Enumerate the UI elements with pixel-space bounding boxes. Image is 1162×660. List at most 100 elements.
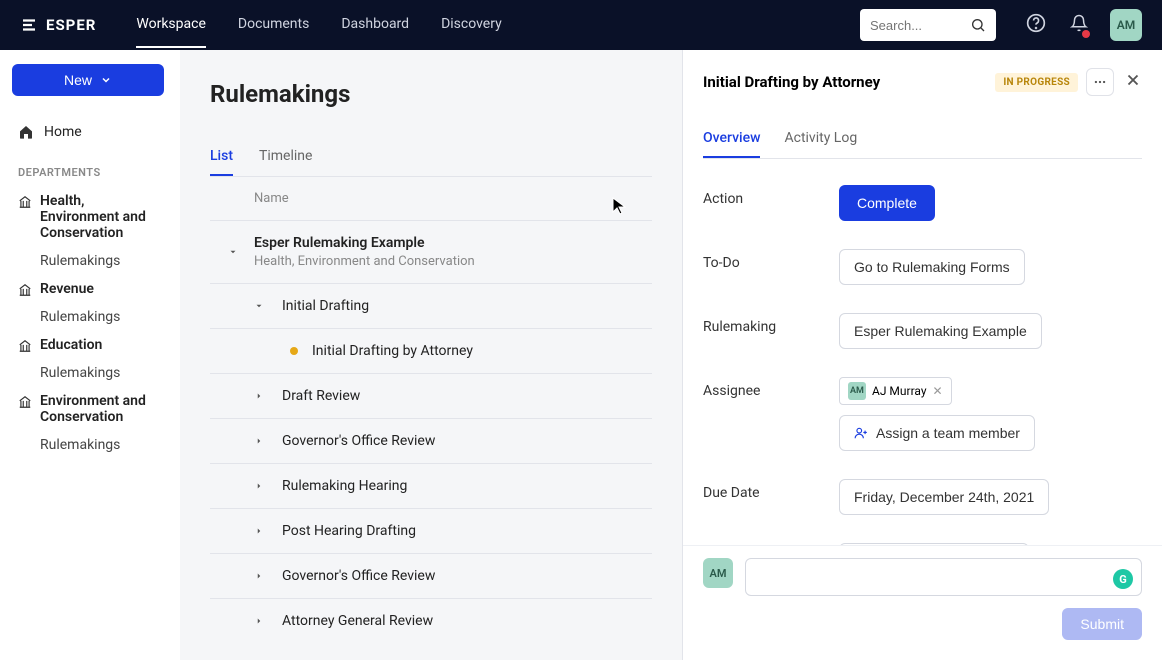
dept-sublink-rulemakings-3[interactable]: Rulemakings (12, 431, 168, 459)
assignee-name: AJ Murray (872, 384, 927, 398)
detail-tabs: Overview Activity Log (703, 120, 1142, 159)
field-assignee-label: Assignee (703, 377, 839, 399)
rule-title: Esper Rulemaking Example (254, 235, 475, 251)
list-column-name: Name (210, 177, 652, 220)
rule-row[interactable]: Draft Review (210, 373, 652, 418)
rule-row[interactable]: Initial Drafting (210, 283, 652, 328)
dept-label: Education (40, 337, 102, 353)
detail-panel: Initial Drafting by Attorney IN PROGRESS… (682, 50, 1162, 660)
nav-discovery[interactable]: Discovery (441, 2, 502, 48)
search-icon[interactable] (970, 17, 986, 33)
page-title: Rulemakings (210, 80, 652, 108)
caret-right-icon[interactable] (254, 481, 264, 491)
caret-right-icon[interactable] (254, 391, 264, 401)
close-button[interactable] (1124, 71, 1142, 93)
close-icon (1124, 71, 1142, 89)
status-badge: IN PROGRESS (995, 73, 1078, 92)
rule-root[interactable]: Esper Rulemaking Example Health, Environ… (210, 220, 652, 283)
logo-icon (20, 16, 38, 34)
rule-title: Governor's Office Review (282, 433, 435, 449)
institution-icon (18, 195, 32, 209)
caret-right-icon[interactable] (254, 571, 264, 581)
help-icon[interactable] (1026, 13, 1046, 37)
rule-row[interactable]: Rulemaking Hearing (210, 463, 652, 508)
field-rulemaking-label: Rulemaking (703, 313, 839, 335)
departments-section-label: DEPARTMENTS (18, 166, 168, 179)
comment-section: AM G Submit (683, 545, 1162, 660)
detail-tab-activity[interactable]: Activity Log (784, 120, 857, 158)
rule-title: Post Hearing Drafting (282, 523, 416, 539)
rule-subtitle: Health, Environment and Conservation (254, 254, 475, 269)
rulemaking-link[interactable]: Esper Rulemaking Example (839, 313, 1042, 349)
sidebar-home[interactable]: Home (12, 116, 168, 148)
submit-button[interactable]: Submit (1062, 608, 1142, 640)
caret-right-icon[interactable] (254, 436, 264, 446)
sidebar-home-label: Home (44, 124, 82, 140)
dept-health-env-cons[interactable]: Health, Environment and Conservation (12, 187, 168, 247)
assignee-chip[interactable]: AM AJ Murray ✕ (839, 377, 952, 405)
assign-member-button[interactable]: Assign a team member (839, 415, 1035, 451)
rule-row[interactable]: Initial Drafting by Attorney (210, 328, 652, 373)
new-button[interactable]: New (12, 64, 164, 96)
nav-documents[interactable]: Documents (238, 2, 309, 48)
comment-input[interactable]: G (745, 558, 1142, 596)
rule-title: Initial Drafting (282, 298, 369, 314)
caret-right-icon[interactable] (254, 526, 264, 536)
user-avatar[interactable]: AM (1110, 9, 1142, 41)
field-action-label: Action (703, 185, 839, 207)
status-dot-icon (290, 347, 298, 355)
content-tabs: List Timeline (210, 138, 652, 177)
rule-title: Rulemaking Hearing (282, 478, 407, 494)
more-horizontal-icon (1093, 75, 1107, 89)
dept-label: Health, Environment and Conservation (40, 193, 162, 241)
dept-sublink-rulemakings-0[interactable]: Rulemakings (12, 247, 168, 275)
dept-label: Revenue (40, 281, 94, 297)
tab-timeline[interactable]: Timeline (259, 138, 312, 176)
sidebar: New Home DEPARTMENTS Health, Environment… (0, 50, 180, 660)
more-menu-button[interactable] (1086, 68, 1114, 96)
search-box[interactable] (860, 9, 996, 41)
institution-icon (18, 339, 32, 353)
remove-assignee-icon[interactable]: ✕ (933, 384, 943, 398)
main-content: Rulemakings List Timeline Name Esper Rul… (180, 50, 682, 660)
top-nav: Workspace Documents Dashboard Discovery (136, 2, 860, 48)
nav-dashboard[interactable]: Dashboard (341, 2, 409, 48)
rule-row[interactable]: Attorney General Review (210, 598, 652, 643)
rule-title: Initial Drafting by Attorney (312, 343, 473, 359)
logo-text: ESPER (46, 16, 96, 34)
institution-icon (18, 283, 32, 297)
caret-down-icon[interactable] (228, 247, 238, 257)
assign-member-label: Assign a team member (876, 425, 1020, 441)
rule-title: Governor's Office Review (282, 568, 435, 584)
chevron-down-icon (100, 74, 112, 86)
rule-row[interactable]: Post Hearing Drafting (210, 508, 652, 553)
search-input[interactable] (870, 18, 970, 33)
caret-down-icon[interactable] (254, 301, 264, 311)
todo-button[interactable]: Go to Rulemaking Forms (839, 249, 1025, 285)
tab-list[interactable]: List (210, 138, 233, 176)
complete-button[interactable]: Complete (839, 185, 935, 221)
rule-title: Attorney General Review (282, 613, 433, 629)
dept-env-cons[interactable]: Environment and Conservation (12, 387, 168, 431)
home-icon (18, 124, 34, 140)
rule-title: Draft Review (282, 388, 360, 404)
notifications-icon[interactable] (1070, 14, 1088, 36)
caret-right-icon[interactable] (254, 616, 264, 626)
dept-sublink-rulemakings-2[interactable]: Rulemakings (12, 359, 168, 387)
rule-row[interactable]: Governor's Office Review (210, 418, 652, 463)
rule-row[interactable]: Governor's Office Review (210, 553, 652, 598)
due-date-button[interactable]: Friday, December 24th, 2021 (839, 479, 1049, 515)
comment-avatar: AM (703, 558, 733, 588)
field-todo-label: To-Do (703, 249, 839, 271)
detail-title: Initial Drafting by Attorney (703, 73, 995, 91)
nav-workspace[interactable]: Workspace (136, 2, 206, 48)
dept-revenue[interactable]: Revenue (12, 275, 168, 303)
logo[interactable]: ESPER (20, 16, 96, 34)
dept-education[interactable]: Education (12, 331, 168, 359)
notification-badge (1082, 30, 1090, 38)
add-user-icon (854, 426, 868, 440)
field-due-label: Due Date (703, 479, 839, 501)
dept-sublink-rulemakings-1[interactable]: Rulemakings (12, 303, 168, 331)
grammarly-icon[interactable]: G (1113, 569, 1133, 589)
detail-tab-overview[interactable]: Overview (703, 120, 760, 158)
